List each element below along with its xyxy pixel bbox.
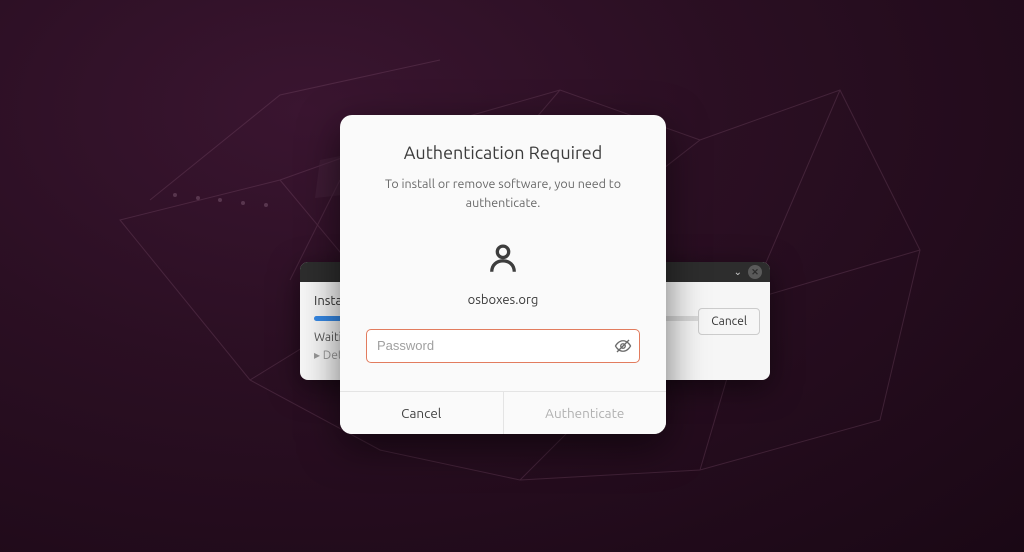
user-avatar-icon [366, 241, 640, 281]
window-close-icon[interactable]: ✕ [748, 265, 762, 279]
dialog-title: Authentication Required [366, 143, 640, 163]
cancel-button[interactable]: Cancel [340, 392, 504, 434]
authentication-dialog: Authentication Required To install or re… [340, 115, 666, 434]
password-input[interactable] [366, 329, 640, 363]
window-menu-chevron-icon[interactable]: ⌄ [734, 266, 742, 278]
password-visibility-toggle-icon[interactable] [614, 337, 632, 355]
dialog-subtitle: To install or remove software, you need … [366, 175, 640, 213]
authenticate-button[interactable]: Authenticate [504, 392, 667, 434]
installer-cancel-button[interactable]: Cancel [698, 308, 760, 335]
username-label: osboxes.org [366, 293, 640, 307]
